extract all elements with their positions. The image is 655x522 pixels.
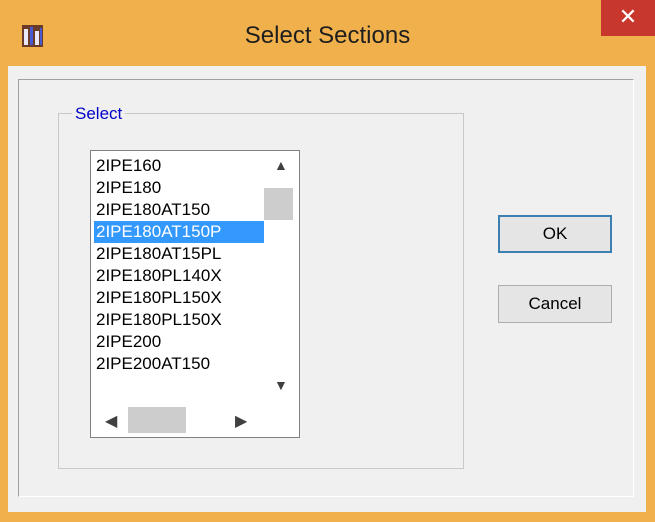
scroll-up-icon[interactable]: ▲ bbox=[274, 157, 288, 173]
ok-button[interactable]: OK bbox=[498, 215, 612, 253]
close-button[interactable]: ✕ bbox=[601, 0, 655, 36]
close-icon: ✕ bbox=[618, 4, 638, 29]
horizontal-scrollbar[interactable]: ◀ ▶ bbox=[91, 403, 264, 437]
scroll-down-icon[interactable]: ▼ bbox=[274, 377, 288, 393]
window-title: Select Sections bbox=[244, 22, 411, 49]
list-item[interactable]: 2IPE180PL150X bbox=[94, 287, 264, 309]
list-item[interactable]: 2IPE180AT150 bbox=[94, 199, 264, 221]
dialog-client-area: Select 2IPE160 2IPE180 2IPE180AT150 2IPE180… bbox=[8, 66, 646, 512]
select-group-label: Select bbox=[72, 104, 126, 124]
title-bar[interactable]: Select Sections ✕ bbox=[0, 0, 655, 66]
list-item[interactable]: 2IPE180AT15PL bbox=[94, 243, 264, 265]
list-item[interactable]: 2IPE160 bbox=[94, 155, 264, 177]
cancel-button[interactable]: Cancel bbox=[498, 285, 612, 323]
list-item[interactable]: 2IPE200AT150 bbox=[94, 353, 264, 375]
list-items: 2IPE160 2IPE180 2IPE180AT150 2IPE180AT150P 2… bbox=[94, 155, 264, 403]
list-item[interactable]: 2IPE180 bbox=[94, 177, 264, 199]
list-item[interactable]: 2IPE180PL140X bbox=[94, 265, 264, 287]
list-item[interactable]: 2IPE180AT150P bbox=[94, 221, 264, 243]
dialog-window: Select Sections ✕ Select 2IPE160 2IPE180 2… bbox=[0, 0, 655, 522]
list-item[interactable]: 2IPE180PL150X bbox=[94, 309, 264, 331]
vertical-scroll-thumb[interactable] bbox=[264, 188, 293, 220]
sections-listbox[interactable]: 2IPE160 2IPE180 2IPE180AT150 2IPE180AT150P 2… bbox=[90, 150, 300, 438]
list-item[interactable]: 2IPE200 bbox=[94, 331, 264, 353]
vertical-scrollbar[interactable]: ▲ ▼ bbox=[264, 151, 299, 403]
scroll-left-icon[interactable]: ◀ bbox=[105, 411, 117, 431]
horizontal-scroll-thumb[interactable] bbox=[128, 407, 186, 433]
scroll-right-icon[interactable]: ▶ bbox=[235, 411, 247, 431]
